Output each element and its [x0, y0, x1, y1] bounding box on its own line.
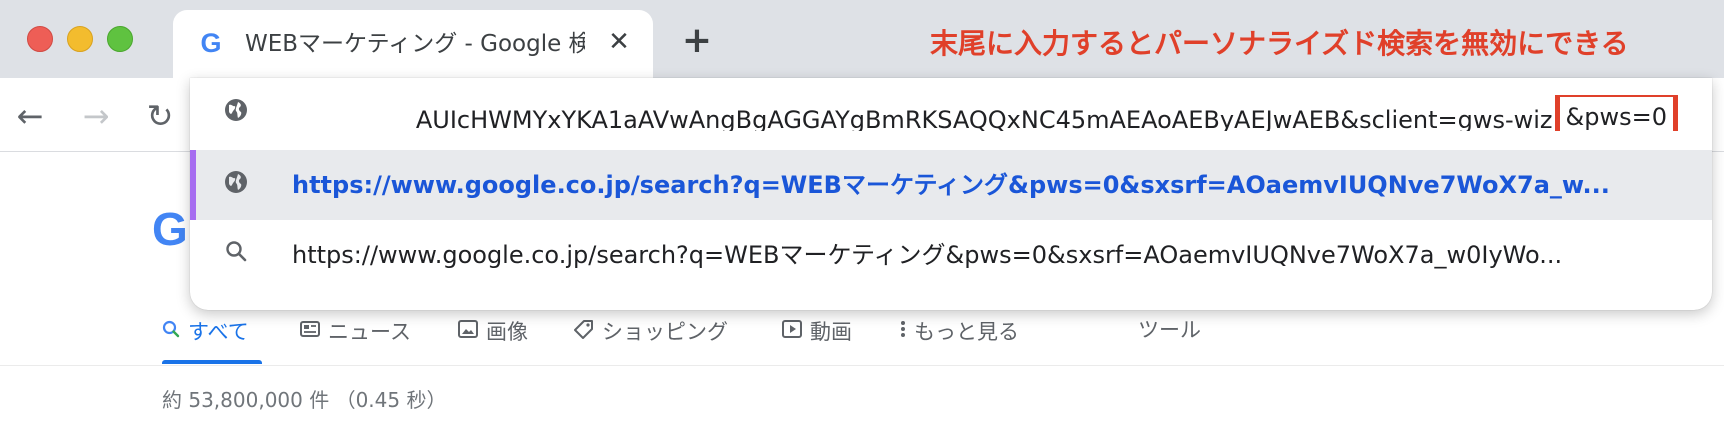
tab-label: ショッピング	[602, 320, 728, 344]
search-icon	[220, 239, 252, 271]
search-icon	[162, 320, 180, 343]
tab-label: ニュース	[328, 320, 411, 344]
back-arrow-icon[interactable]: ←	[10, 96, 50, 136]
play-icon	[782, 319, 802, 343]
title-bar: G WEBマーケティング - Google 検索 ✕ + 末尾に入力するとパーソ…	[0, 0, 1724, 80]
tab-label: すべて	[188, 320, 249, 344]
tab-more[interactable]: もっと見る	[900, 316, 1019, 346]
minimize-window-button[interactable]	[67, 26, 93, 52]
more-vert-icon	[900, 320, 906, 343]
close-window-button[interactable]	[27, 26, 53, 52]
tab-label: 画像	[486, 320, 528, 344]
suggestion-item[interactable]: https://www.google.co.jp/search?q=WEBマーケ…	[190, 220, 1712, 290]
suggestion-url: https://www.google.co.jp/search?q=WEBマーケ…	[292, 171, 1610, 199]
tab-videos[interactable]: 動画	[782, 316, 852, 346]
selection-accent-bar	[190, 150, 196, 220]
tab-all[interactable]: すべて	[162, 316, 249, 346]
news-icon	[300, 320, 320, 343]
omnibox-input[interactable]: AUIcHWMYxYKA1aAVwAngBgAGGAYgBmRKSAQQxNC4…	[292, 95, 1692, 131]
omnibox-dropdown: AUIcHWMYxYKA1aAVwAngBgAGGAYgBmRKSAQQxNC4…	[190, 78, 1712, 310]
highlighted-parameter: &pws=0	[1554, 95, 1678, 131]
new-tab-button[interactable]: +	[680, 23, 714, 59]
tab-label: もっと見る	[914, 320, 1019, 344]
image-icon	[458, 319, 478, 343]
google-logo[interactable]: G	[152, 204, 192, 254]
suggestion-url: https://www.google.co.jp/search?q=WEBマーケ…	[292, 241, 1563, 269]
suggestion-item[interactable]: https://www.google.co.jp/search?q=WEBマーケ…	[190, 150, 1712, 220]
result-stats: 約 53,800,000 件 （0.45 秒）	[162, 388, 447, 412]
tag-icon	[574, 319, 594, 344]
tools-button[interactable]: ツール	[1138, 314, 1201, 344]
active-tab-underline	[162, 360, 262, 364]
tab-shopping[interactable]: ショッピング	[574, 316, 728, 346]
reload-icon[interactable]: ↻	[140, 96, 180, 136]
browser-tab[interactable]: G WEBマーケティング - Google 検索 ✕	[173, 10, 653, 80]
tab-images[interactable]: 画像	[458, 316, 528, 346]
globe-icon	[220, 169, 252, 201]
tab-title: WEBマーケティング - Google 検索	[245, 31, 585, 57]
tab-label: 動画	[810, 320, 852, 344]
tab-news[interactable]: ニュース	[300, 316, 411, 346]
tools-label: ツール	[1138, 318, 1201, 342]
annotation-text: 末尾に入力するとパーソナライズド検索を無効にできる	[930, 27, 1629, 60]
omnibox-url-text: AUIcHWMYxYKA1aAVwAngBgAGGAYgBmRKSAQQxNC4…	[415, 106, 1553, 131]
forward-arrow-icon[interactable]: →	[76, 96, 116, 136]
globe-icon	[220, 97, 252, 129]
maximize-window-button[interactable]	[107, 26, 133, 52]
omnibox-input-row[interactable]: AUIcHWMYxYKA1aAVwAngBgAGGAYgBmRKSAQQxNC4…	[190, 78, 1712, 148]
close-tab-icon[interactable]: ✕	[603, 26, 635, 58]
google-favicon-icon: G	[200, 28, 222, 58]
